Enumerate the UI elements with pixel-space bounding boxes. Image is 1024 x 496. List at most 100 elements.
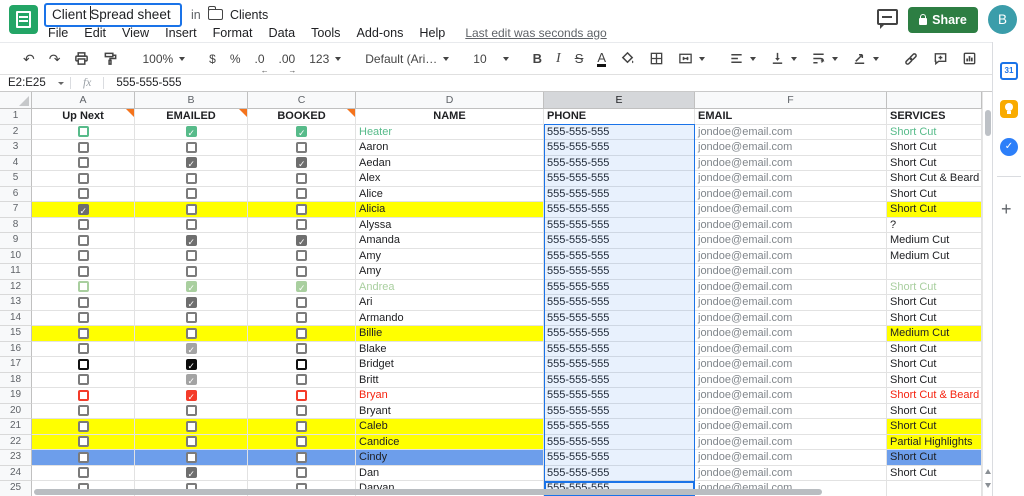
checkbox-cell[interactable]: ✓ bbox=[248, 156, 356, 172]
column-header-E[interactable]: E bbox=[544, 92, 695, 108]
name-cell[interactable]: Amy bbox=[356, 264, 544, 280]
email-cell[interactable]: jondoe@email.com bbox=[695, 140, 887, 156]
checkbox[interactable] bbox=[296, 219, 307, 230]
checkbox[interactable] bbox=[296, 436, 307, 447]
checkbox-cell[interactable] bbox=[248, 264, 356, 280]
checkbox-cell[interactable] bbox=[32, 388, 135, 404]
row-header[interactable]: 21 bbox=[0, 419, 32, 435]
email-cell[interactable]: jondoe@email.com bbox=[695, 218, 887, 234]
phone-cell[interactable]: 555-555-555 bbox=[544, 404, 695, 420]
checkbox-cell[interactable] bbox=[32, 326, 135, 342]
checkbox[interactable] bbox=[186, 328, 197, 339]
checkbox-cell[interactable] bbox=[32, 404, 135, 420]
checkbox-cell[interactable] bbox=[32, 342, 135, 358]
bold-button[interactable]: B bbox=[526, 47, 549, 71]
font-size-select[interactable]: 10 bbox=[466, 47, 515, 71]
service-cell[interactable]: Short Cut bbox=[887, 311, 982, 327]
checkbox[interactable] bbox=[78, 235, 89, 246]
checkbox-cell[interactable] bbox=[248, 140, 356, 156]
checkbox-cell[interactable] bbox=[135, 218, 248, 234]
name-cell[interactable]: Aaron bbox=[356, 140, 544, 156]
checkbox-cell[interactable] bbox=[135, 419, 248, 435]
checkbox-cell[interactable] bbox=[135, 311, 248, 327]
service-cell[interactable]: Short Cut bbox=[887, 156, 982, 172]
insert-comment-icon[interactable] bbox=[926, 47, 955, 71]
checkbox-cell[interactable] bbox=[32, 187, 135, 203]
checkbox-cell[interactable] bbox=[248, 357, 356, 373]
email-cell[interactable]: jondoe@email.com bbox=[695, 156, 887, 172]
checkbox[interactable]: ✓ bbox=[186, 297, 197, 308]
horizontal-align-button[interactable] bbox=[722, 47, 763, 71]
checkbox-cell[interactable] bbox=[32, 466, 135, 482]
name-cell[interactable]: Alice bbox=[356, 187, 544, 203]
menu-format[interactable]: Format bbox=[205, 26, 261, 40]
row-header[interactable]: 17 bbox=[0, 357, 32, 373]
row-header[interactable]: 5 bbox=[0, 171, 32, 187]
checkbox[interactable] bbox=[78, 328, 89, 339]
checkbox-cell[interactable] bbox=[32, 233, 135, 249]
email-cell[interactable]: jondoe@email.com bbox=[695, 388, 887, 404]
row-header[interactable]: 7 bbox=[0, 202, 32, 218]
phone-cell[interactable]: 555-555-555 bbox=[544, 125, 695, 141]
email-cell[interactable]: jondoe@email.com bbox=[695, 450, 887, 466]
checkbox[interactable]: ✓ bbox=[296, 281, 307, 292]
checkbox-cell[interactable] bbox=[135, 202, 248, 218]
checkbox-cell[interactable] bbox=[32, 171, 135, 187]
print-icon[interactable] bbox=[67, 47, 96, 71]
service-cell[interactable]: Short Cut bbox=[887, 342, 982, 358]
checkbox-cell[interactable]: ✓ bbox=[248, 125, 356, 141]
checkbox-cell[interactable] bbox=[32, 311, 135, 327]
email-cell[interactable]: jondoe@email.com bbox=[695, 171, 887, 187]
folder-location-link[interactable]: Clients bbox=[230, 8, 268, 22]
service-cell[interactable]: Short Cut bbox=[887, 450, 982, 466]
email-cell[interactable]: jondoe@email.com bbox=[695, 419, 887, 435]
checkbox[interactable] bbox=[186, 250, 197, 261]
header-cell-a[interactable]: Up Next bbox=[32, 109, 135, 125]
phone-cell[interactable]: 555-555-555 bbox=[544, 156, 695, 172]
checkbox-cell[interactable] bbox=[32, 373, 135, 389]
header-cell-b[interactable]: EMAILED bbox=[135, 109, 248, 125]
name-cell[interactable]: Alex bbox=[356, 171, 544, 187]
paint-format-icon[interactable] bbox=[96, 47, 125, 71]
checkbox[interactable] bbox=[186, 266, 197, 277]
name-cell[interactable]: Ari bbox=[356, 295, 544, 311]
checkbox-cell[interactable] bbox=[32, 419, 135, 435]
vertical-scrollbar[interactable] bbox=[982, 92, 992, 496]
checkbox[interactable] bbox=[78, 390, 89, 401]
phone-cell[interactable]: 555-555-555 bbox=[544, 171, 695, 187]
checkbox-cell[interactable] bbox=[32, 280, 135, 296]
spreadsheet-grid[interactable]: ABCDEF 1Up NextEMAILEDBOOKEDNAMEPHONEEMA… bbox=[0, 92, 982, 496]
name-cell[interactable]: Caleb bbox=[356, 419, 544, 435]
checkbox-cell[interactable] bbox=[248, 218, 356, 234]
checkbox[interactable] bbox=[296, 343, 307, 354]
header-cell-e[interactable]: PHONE bbox=[544, 109, 695, 125]
name-cell[interactable]: Alyssa bbox=[356, 218, 544, 234]
email-cell[interactable]: jondoe@email.com bbox=[695, 202, 887, 218]
menu-addons[interactable]: Add-ons bbox=[348, 26, 411, 40]
checkbox[interactable]: ✓ bbox=[296, 235, 307, 246]
checkbox-cell[interactable] bbox=[135, 187, 248, 203]
checkbox-cell[interactable] bbox=[32, 125, 135, 141]
checkbox-cell[interactable]: ✓ bbox=[135, 295, 248, 311]
name-cell[interactable]: Bridget bbox=[356, 357, 544, 373]
column-header-g[interactable] bbox=[887, 92, 982, 108]
service-cell[interactable]: Short Cut bbox=[887, 466, 982, 482]
row-header[interactable]: 23 bbox=[0, 450, 32, 466]
checkbox[interactable]: ✓ bbox=[186, 235, 197, 246]
checkbox-cell[interactable] bbox=[248, 388, 356, 404]
checkbox[interactable] bbox=[296, 374, 307, 385]
borders-icon[interactable] bbox=[642, 47, 671, 71]
row-header[interactable]: 13 bbox=[0, 295, 32, 311]
phone-cell[interactable]: 555-555-555 bbox=[544, 326, 695, 342]
menu-tools[interactable]: Tools bbox=[303, 26, 348, 40]
checkbox[interactable] bbox=[78, 374, 89, 385]
checkbox[interactable] bbox=[296, 142, 307, 153]
header-cell-g[interactable]: SERVICES bbox=[887, 109, 982, 125]
checkbox-cell[interactable]: ✓ bbox=[248, 280, 356, 296]
row-header[interactable]: 15 bbox=[0, 326, 32, 342]
checkbox-cell[interactable] bbox=[248, 202, 356, 218]
checkbox[interactable] bbox=[296, 390, 307, 401]
checkbox-cell[interactable] bbox=[248, 249, 356, 265]
name-cell[interactable]: Bryant bbox=[356, 404, 544, 420]
checkbox[interactable] bbox=[296, 421, 307, 432]
